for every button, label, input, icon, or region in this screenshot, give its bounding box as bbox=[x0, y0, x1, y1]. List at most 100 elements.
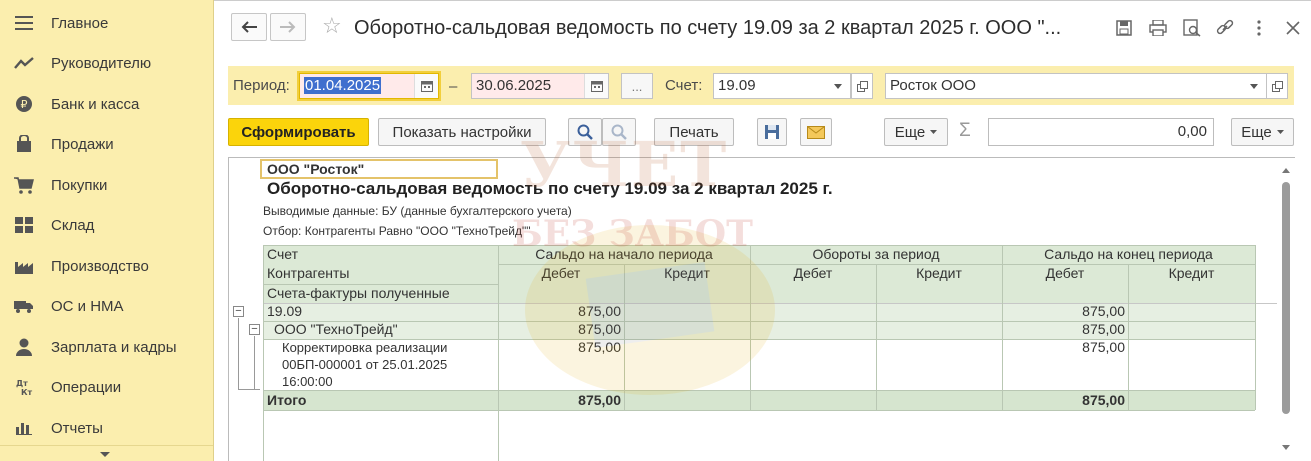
close-icon[interactable] bbox=[1282, 17, 1304, 39]
search-icon bbox=[577, 124, 593, 140]
scroll-down-icon[interactable] bbox=[1282, 445, 1290, 450]
header-debit: Дебет bbox=[793, 265, 833, 281]
send-email-button[interactable] bbox=[800, 118, 832, 146]
total-open-debit[interactable]: 875,00 bbox=[498, 392, 621, 408]
print-button[interactable]: Печать bbox=[654, 118, 734, 146]
cell-open-debit[interactable]: 875,00 bbox=[498, 339, 621, 355]
dt-kt-icon: Дт Кт bbox=[13, 377, 35, 397]
account-field[interactable]: 19.09 bbox=[713, 73, 851, 99]
period-dash: – bbox=[449, 78, 458, 95]
arrow-left-icon bbox=[241, 21, 257, 33]
svg-text:Кт: Кт bbox=[21, 388, 33, 396]
sidebar-item-label: Продажи bbox=[51, 135, 114, 153]
sidebar-item-label: Главное bbox=[51, 14, 109, 32]
sidebar-item-purchases[interactable]: Покупки bbox=[0, 165, 213, 205]
save-icon[interactable] bbox=[1113, 17, 1135, 39]
period-label: Период: bbox=[233, 77, 290, 94]
trend-chart-icon bbox=[13, 53, 35, 73]
period-select-button[interactable]: ... bbox=[621, 73, 653, 99]
search-clear-button[interactable] bbox=[602, 118, 636, 146]
collapse-toggle[interactable]: − bbox=[233, 306, 244, 317]
generate-button[interactable]: Сформировать bbox=[228, 118, 369, 146]
date-from-value: 01.04.2025 bbox=[304, 77, 382, 94]
open-form-icon bbox=[856, 80, 868, 92]
save-report-button[interactable] bbox=[757, 118, 787, 146]
account-label: Счет: bbox=[665, 77, 703, 94]
scroll-up-icon[interactable] bbox=[1282, 168, 1290, 173]
header-invoices: Счета-фактуры полученные bbox=[267, 285, 450, 301]
sigma-icon: Σ bbox=[959, 120, 971, 141]
organization-field[interactable]: Росток ООО bbox=[885, 73, 1267, 99]
more-menu-right-button[interactable]: Еще bbox=[1231, 118, 1294, 146]
floppy-disk-icon bbox=[765, 125, 779, 139]
open-account-button[interactable] bbox=[851, 73, 873, 99]
sidebar-item-label: Банк и касса bbox=[51, 95, 140, 113]
organization-value: Росток ООО bbox=[890, 77, 976, 94]
cell-close-debit[interactable]: 875,00 bbox=[1002, 339, 1125, 355]
chevron-down-icon[interactable] bbox=[826, 74, 850, 98]
date-to-field[interactable]: 30.06.2025 bbox=[471, 73, 609, 99]
row-invoice-line: Корректировка реализации bbox=[282, 340, 448, 355]
row-invoice[interactable]: Корректировка реализации 00БП-000001 от … bbox=[282, 339, 447, 390]
search-clear-icon bbox=[611, 124, 627, 140]
sidebar-item-manager[interactable]: Руководителю bbox=[0, 43, 213, 83]
sidebar-item-fixed-assets[interactable]: ОС и НМА bbox=[0, 286, 213, 326]
calendar-icon[interactable] bbox=[414, 74, 438, 98]
header-counterparties: Контрагенты bbox=[267, 265, 350, 281]
sidebar-item-bank[interactable]: ₽ Банк и касса bbox=[0, 84, 213, 124]
link-icon[interactable] bbox=[1214, 17, 1236, 39]
header-turnover: Обороты за период bbox=[812, 246, 940, 262]
row-account[interactable]: 19.09 bbox=[267, 303, 302, 319]
window-title: Оборотно-сальдовая ведомость по счету 19… bbox=[354, 17, 1062, 39]
bar-chart-icon bbox=[13, 418, 35, 438]
preview-icon[interactable] bbox=[1181, 17, 1203, 39]
sidebar-item-label: ОС и НМА bbox=[51, 297, 124, 315]
collapse-toggle[interactable]: − bbox=[249, 324, 260, 335]
more-vertical-icon[interactable] bbox=[1248, 17, 1270, 39]
scrollbar-thumb[interactable] bbox=[1282, 182, 1290, 414]
row-counterparty[interactable]: ООО "ТехноТрейд" bbox=[274, 321, 398, 337]
header-opening-balance: Сальдо на начало периода bbox=[535, 246, 713, 262]
report-scrollbar[interactable] bbox=[1280, 160, 1292, 460]
sidebar-item-label: Руководителю bbox=[51, 54, 152, 72]
sidebar-scroll-down[interactable] bbox=[0, 445, 213, 461]
print-icon[interactable] bbox=[1147, 17, 1169, 39]
total-close-debit[interactable]: 875,00 bbox=[1002, 392, 1125, 408]
search-button[interactable] bbox=[568, 118, 602, 146]
cell-close-debit[interactable]: 875,00 bbox=[1002, 303, 1125, 319]
sidebar-item-operations[interactable]: Дт Кт Операции bbox=[0, 367, 213, 407]
app-window: Главное Руководителю ₽ Банк и касса Прод… bbox=[0, 0, 1311, 461]
warehouse-icon bbox=[13, 215, 35, 235]
chevron-down-icon[interactable] bbox=[1242, 74, 1266, 98]
sidebar-item-sales[interactable]: Продажи bbox=[0, 124, 213, 164]
chevron-down-icon bbox=[1276, 130, 1284, 134]
header-debit: Дебет bbox=[541, 265, 581, 281]
cell-open-debit[interactable]: 875,00 bbox=[498, 303, 621, 319]
show-settings-button[interactable]: Показать настройки bbox=[378, 118, 546, 146]
sidebar-item-reports[interactable]: Отчеты bbox=[0, 408, 213, 448]
date-from-field[interactable]: 01.04.2025 bbox=[299, 73, 439, 99]
chevron-down-icon bbox=[100, 452, 110, 457]
account-value: 19.09 bbox=[718, 77, 756, 94]
sidebar-item-production[interactable]: Производство bbox=[0, 246, 213, 286]
sidebar-item-label: Покупки bbox=[51, 176, 108, 194]
calendar-icon[interactable] bbox=[584, 74, 608, 98]
open-organization-button[interactable] bbox=[1266, 73, 1288, 99]
truck-icon bbox=[13, 296, 35, 316]
sidebar-item-warehouse[interactable]: Склад bbox=[0, 205, 213, 245]
cell-close-debit[interactable]: 875,00 bbox=[1002, 321, 1125, 337]
back-button[interactable] bbox=[231, 13, 267, 41]
org-name-cell[interactable]: ООО "Росток" bbox=[260, 159, 498, 179]
shopping-bag-icon bbox=[13, 134, 35, 154]
sidebar-item-payroll[interactable]: Зарплата и кадры bbox=[0, 327, 213, 367]
sidebar-item-label: Отчеты bbox=[51, 419, 103, 437]
svg-text:Дт: Дт bbox=[16, 379, 28, 388]
sidebar-item-main[interactable]: Главное bbox=[0, 3, 213, 43]
favorite-star-icon[interactable]: ☆ bbox=[322, 14, 342, 38]
cell-open-debit[interactable]: 875,00 bbox=[498, 321, 621, 337]
report-spreadsheet[interactable]: ООО "Росток" Оборотно-сальдовая ведомост… bbox=[228, 157, 1295, 461]
forward-button[interactable] bbox=[270, 13, 306, 41]
date-to-value: 30.06.2025 bbox=[476, 77, 552, 94]
more-menu-button[interactable]: Еще bbox=[884, 118, 948, 146]
total-label: Итого bbox=[267, 392, 307, 408]
